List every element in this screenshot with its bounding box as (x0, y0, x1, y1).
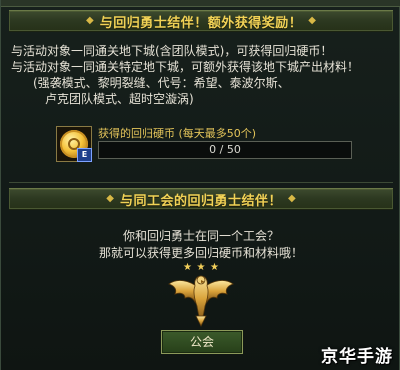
star-icon: ★ (183, 262, 192, 273)
section-divider (9, 182, 393, 183)
event-panel: ◆ 与回归勇士结伴！额外获得奖励！ ◆ 与活动对象一同通关地下城(含团队模式)，… (0, 0, 400, 370)
section1-title: 与回归勇士结伴！额外获得奖励！ (99, 15, 303, 31)
banner-ornament-icon: ◆ (308, 15, 316, 26)
section2-title: 与同工会的回归勇士结伴！ (119, 193, 282, 209)
reward-label: 获得的回归硬币 (每天最多50个) (98, 125, 256, 141)
rank-stars: ★ ★ ★ (183, 262, 219, 273)
section2-line: 你和回归勇士在同一个工会？ (122, 229, 279, 243)
section2-description: 你和回归勇士在同一个工会？ 那就可以获得更多回归硬币和材料哦！ (1, 228, 400, 262)
star-icon: ★ (210, 262, 219, 273)
coin-progress-text: 0 / 50 (209, 143, 241, 156)
return-coin-icon: E (56, 126, 92, 162)
banner-ornament-icon: ◆ (106, 193, 114, 204)
section2-line: 那就可以获得更多回归硬币和材料哦！ (98, 246, 303, 260)
section2-banner: ◆ 与同工会的回归勇士结伴！ ◆ (9, 188, 393, 210)
section1-line: 与活动对象一同通关地下城(含团队模式)，可获得回归硬币！ (11, 44, 333, 58)
reward-row: E 获得的回归硬币 (每天最多50个) 0 / 50 (56, 124, 396, 164)
banner-ornament-icon: ◆ (288, 193, 296, 204)
star-icon: ★ (196, 262, 206, 273)
reward-limit-note: (每天最多50个) (178, 127, 257, 140)
section1-line: 与活动对象一同通关特定地下城，可额外获得该地下城产出材料！ (11, 60, 360, 74)
section1-line: (强袭模式、黎明裂缝、代号：希望、泰波尔斯、 (33, 76, 290, 90)
section1-banner: ◆ 与回归勇士结伴！额外获得奖励！ ◆ (9, 10, 393, 32)
guild-button[interactable]: 公会 (161, 330, 243, 354)
coin-badge: E (77, 148, 92, 162)
section1-line: 卢克团队模式、超时空漩涡) (45, 92, 194, 106)
section1-description: 与活动对象一同通关地下城(含团队模式)，可获得回归硬币！ 与活动对象一同通关特定… (11, 43, 391, 107)
guild-eagle-emblem-icon: ★ ★ ★ (165, 262, 237, 328)
reward-label-text: 获得的回归硬币 (98, 127, 175, 140)
coin-progress-bar: 0 / 50 (98, 141, 352, 159)
top-strip (1, 0, 400, 7)
watermark: 京华手游 (321, 347, 393, 367)
banner-ornament-icon: ◆ (86, 15, 94, 26)
